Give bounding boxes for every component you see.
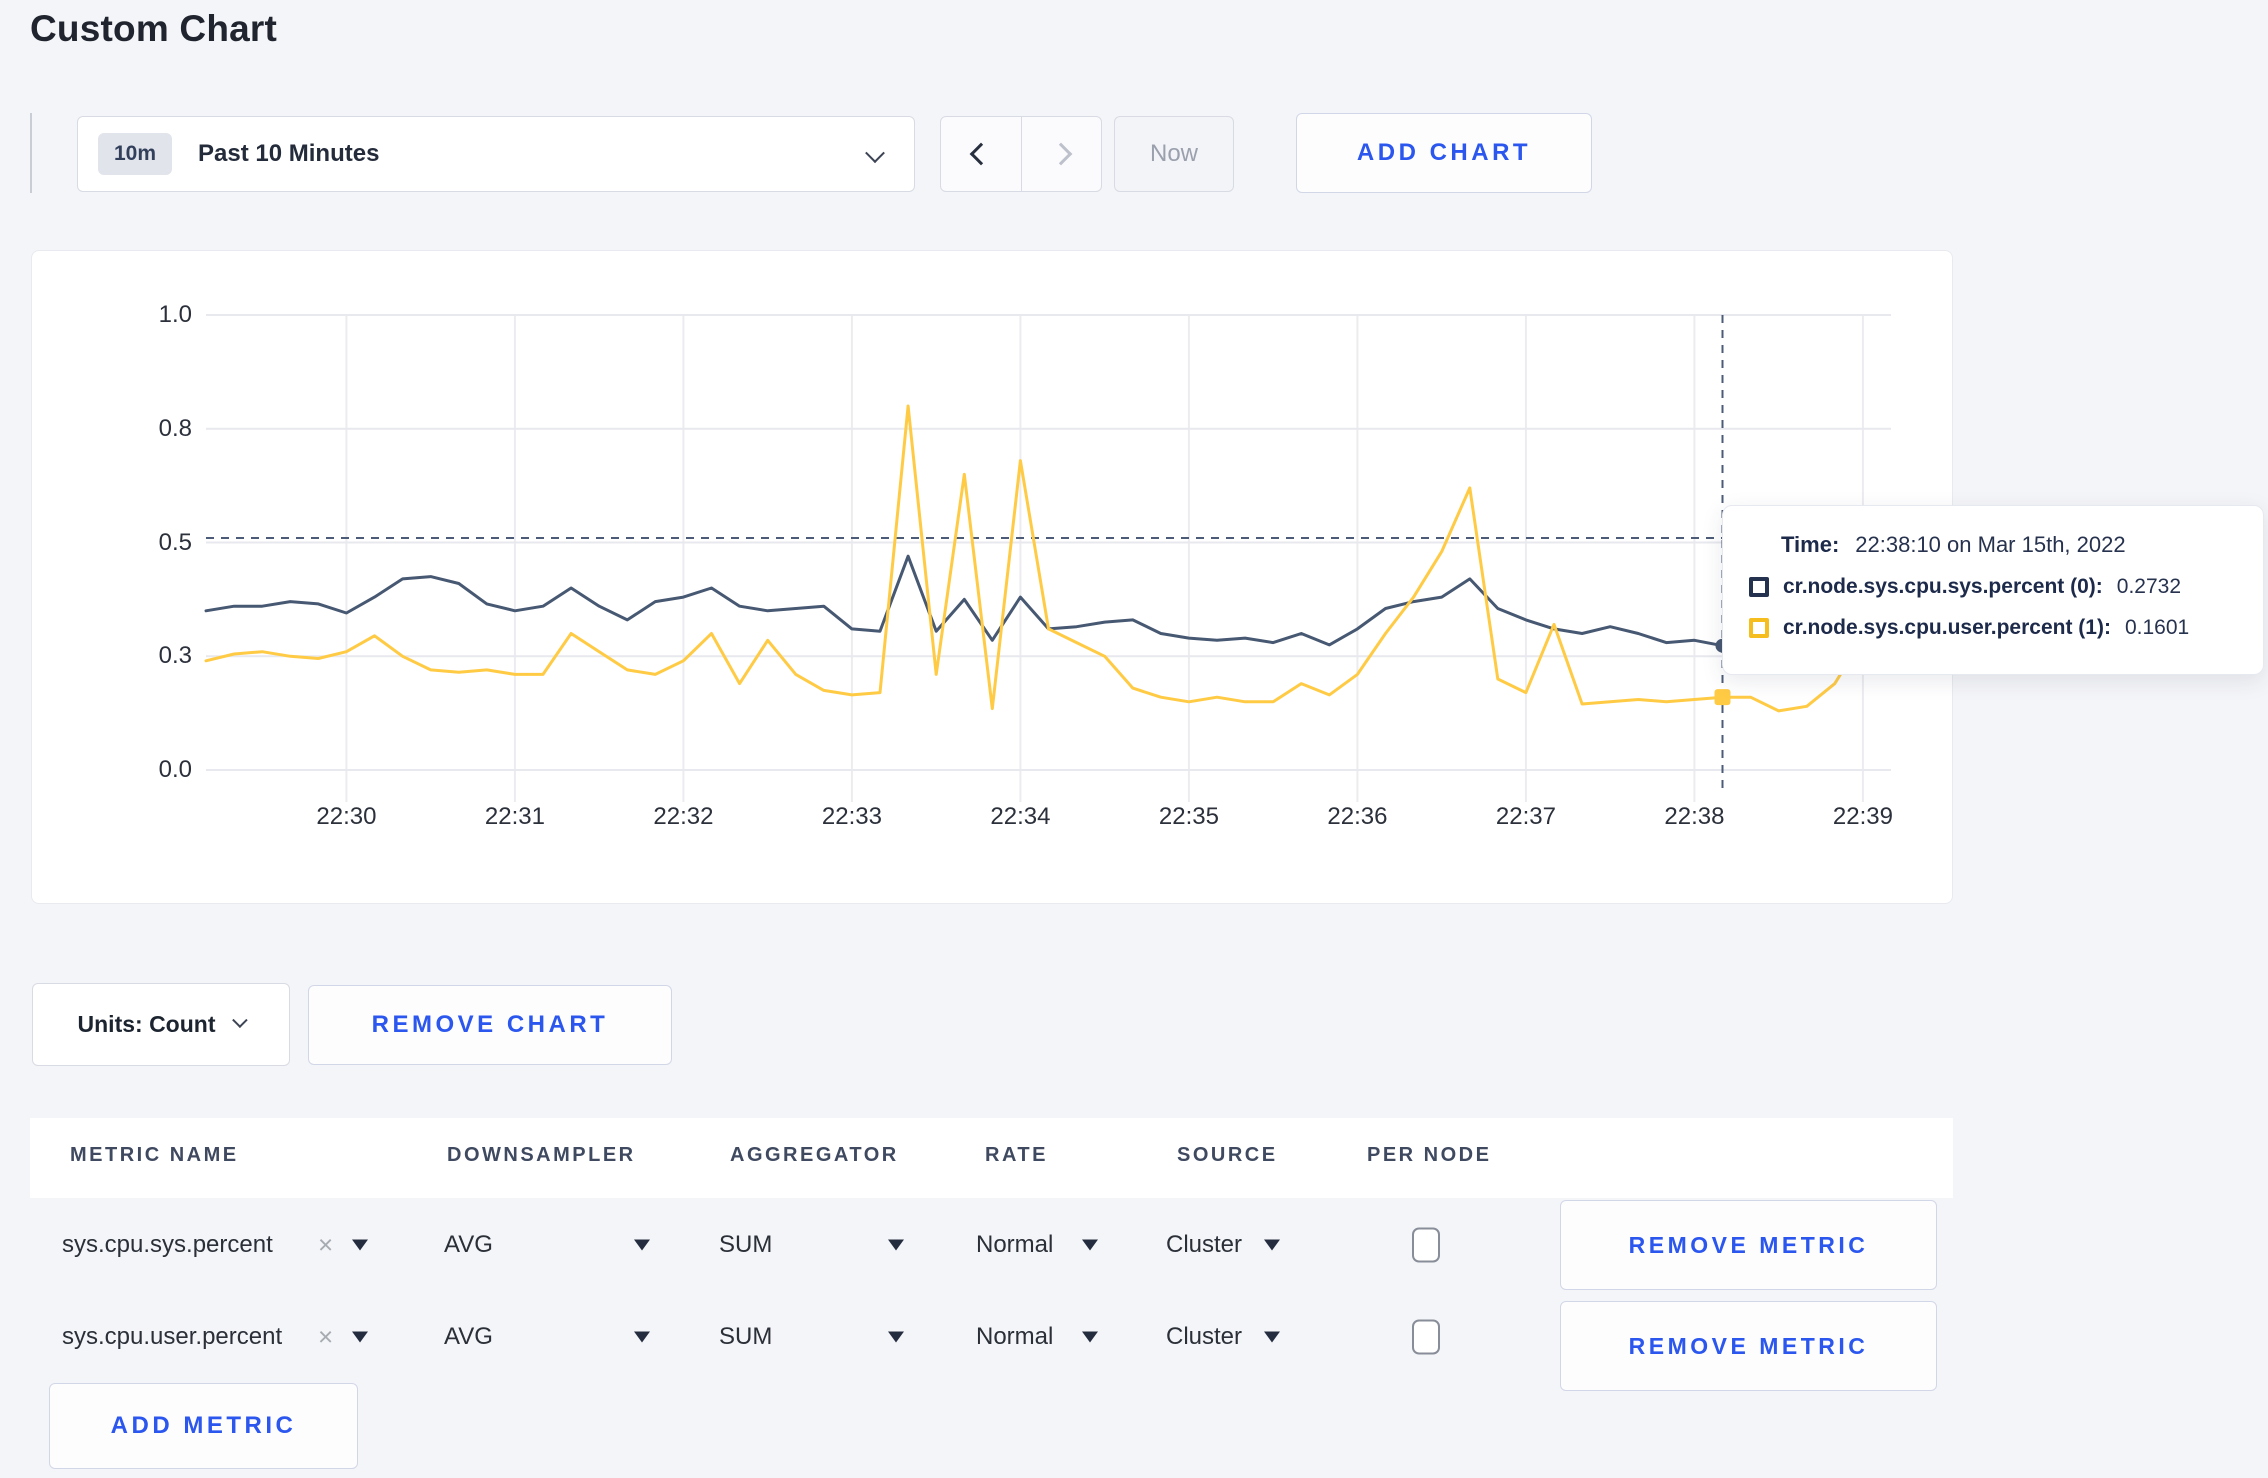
x-tick-label: 22:30	[316, 803, 377, 830]
time-nav-group	[940, 116, 1102, 192]
col-header-per-node: PER NODE	[1367, 1144, 1492, 1166]
add-chart-button[interactable]: ADD CHART	[1296, 113, 1592, 193]
metric-name-value[interactable]: sys.cpu.user.percent	[62, 1323, 282, 1351]
sys-series-swatch-icon	[1749, 577, 1769, 597]
now-button[interactable]: Now	[1114, 116, 1234, 192]
y-tick-label: 0.0	[158, 756, 192, 783]
aggregator-select[interactable]: SUM	[719, 1323, 772, 1351]
x-tick-label: 22:34	[990, 803, 1051, 830]
metric-dropdown-caret-icon[interactable]	[352, 1239, 368, 1251]
col-header-metric-name: METRIC NAME	[70, 1144, 239, 1166]
chart-card: 0.0 0.3 0.5 0.8 1.0 22:30 22:31 22:32 22:33 22:3…	[31, 250, 1953, 904]
y-tick-label: 1.0	[158, 301, 192, 328]
source-select[interactable]: Cluster	[1166, 1323, 1242, 1351]
user-series-swatch-icon	[1749, 618, 1769, 638]
downsampler-select[interactable]: AVG	[444, 1323, 493, 1351]
custom-chart-page: Custom Chart 10m Past 10 Minutes Now ADD…	[0, 0, 2268, 1478]
aggregator-select[interactable]: SUM	[719, 1231, 772, 1259]
remove-metric-button[interactable]: REMOVE METRIC	[1560, 1200, 1937, 1290]
time-range-select[interactable]: 10m Past 10 Minutes	[77, 116, 915, 192]
chevron-left-icon	[969, 142, 993, 166]
rate-caret-icon[interactable]	[1082, 1331, 1098, 1343]
toolbar-divider	[30, 113, 32, 193]
time-range-badge: 10m	[98, 133, 173, 175]
units-select[interactable]: Units: Count	[32, 983, 290, 1066]
col-header-source: SOURCE	[1177, 1144, 1278, 1166]
x-tick-label: 22:35	[1158, 803, 1219, 830]
metric-row: sys.cpu.sys.percent × AVG SUM Normal Clu…	[30, 1199, 1953, 1291]
units-label: Units: Count	[77, 1011, 216, 1037]
time-range-label: Past 10 Minutes	[198, 140, 380, 167]
chevron-down-icon	[232, 1012, 249, 1029]
tooltip-series-value: 0.2732	[2116, 575, 2182, 598]
chart-svg[interactable]	[204, 314, 1893, 815]
source-caret-icon[interactable]	[1264, 1239, 1280, 1251]
tooltip-series-value: 0.1601	[2124, 616, 2190, 639]
source-caret-icon[interactable]	[1264, 1331, 1280, 1343]
y-axis-labels: 0.0 0.3 0.5 0.8 1.0	[96, 301, 192, 783]
time-forward-button[interactable]	[1020, 117, 1102, 191]
chevron-right-icon	[1049, 142, 1073, 166]
remove-metric-button[interactable]: REMOVE METRIC	[1560, 1301, 1937, 1391]
x-tick-label: 22:32	[653, 803, 714, 830]
y-tick-label: 0.8	[158, 414, 192, 442]
rate-select[interactable]: Normal	[976, 1323, 1053, 1351]
downsampler-caret-icon[interactable]	[634, 1331, 650, 1343]
clear-metric-icon[interactable]: ×	[318, 1322, 333, 1353]
chevron-down-icon	[865, 143, 885, 164]
x-tick-label: 22:38	[1664, 803, 1725, 830]
col-header-rate: RATE	[985, 1144, 1048, 1166]
downsampler-select[interactable]: AVG	[444, 1231, 493, 1259]
metrics-table-header: METRIC NAME DOWNSAMPLER AGGREGATOR RATE …	[30, 1118, 1953, 1198]
page-title: Custom Chart	[30, 8, 278, 49]
tooltip-time-label: Time:	[1781, 532, 1840, 557]
time-back-button[interactable]	[941, 117, 1021, 191]
y-tick-label: 0.5	[158, 528, 192, 556]
aggregator-caret-icon[interactable]	[888, 1239, 904, 1251]
x-tick-label: 22:36	[1327, 803, 1388, 830]
col-header-downsampler: DOWNSAMPLER	[447, 1144, 636, 1166]
add-metric-button[interactable]: ADD METRIC	[49, 1383, 358, 1469]
aggregator-caret-icon[interactable]	[888, 1331, 904, 1343]
per-node-checkbox[interactable]	[1412, 1319, 1440, 1355]
col-header-aggregator: AGGREGATOR	[730, 1144, 899, 1166]
x-tick-label: 22:37	[1495, 803, 1556, 830]
source-select[interactable]: Cluster	[1166, 1231, 1242, 1259]
tooltip-time-value: 22:38:10 on Mar 15th, 2022	[1855, 532, 2126, 557]
metric-name-value[interactable]: sys.cpu.sys.percent	[62, 1231, 273, 1259]
per-node-checkbox[interactable]	[1412, 1227, 1440, 1263]
x-tick-label: 22:33	[821, 803, 882, 830]
downsampler-caret-icon[interactable]	[634, 1239, 650, 1251]
tooltip-series-name: cr.node.sys.cpu.sys.percent (0):	[1783, 575, 2103, 598]
chart-plot-area[interactable]	[204, 314, 1893, 815]
y-tick-label: 0.3	[158, 642, 192, 670]
clear-metric-icon[interactable]: ×	[318, 1230, 333, 1261]
remove-chart-button[interactable]: REMOVE CHART	[308, 985, 672, 1065]
rate-select[interactable]: Normal	[976, 1231, 1053, 1259]
x-tick-label: 22:39	[1832, 803, 1893, 830]
metric-row: sys.cpu.user.percent × AVG SUM Normal Cl…	[30, 1291, 1953, 1391]
metric-dropdown-caret-icon[interactable]	[352, 1331, 368, 1343]
tooltip-series-name: cr.node.sys.cpu.user.percent (1):	[1783, 616, 2111, 639]
rate-caret-icon[interactable]	[1082, 1239, 1098, 1251]
x-tick-label: 22:31	[484, 803, 545, 830]
chart-tooltip: Time: 22:38:10 on Mar 15th, 2022 cr.node…	[1722, 505, 2264, 675]
x-axis-labels: 22:30 22:31 22:32 22:33 22:34 22:35 22:36 22:37…	[206, 803, 1893, 843]
